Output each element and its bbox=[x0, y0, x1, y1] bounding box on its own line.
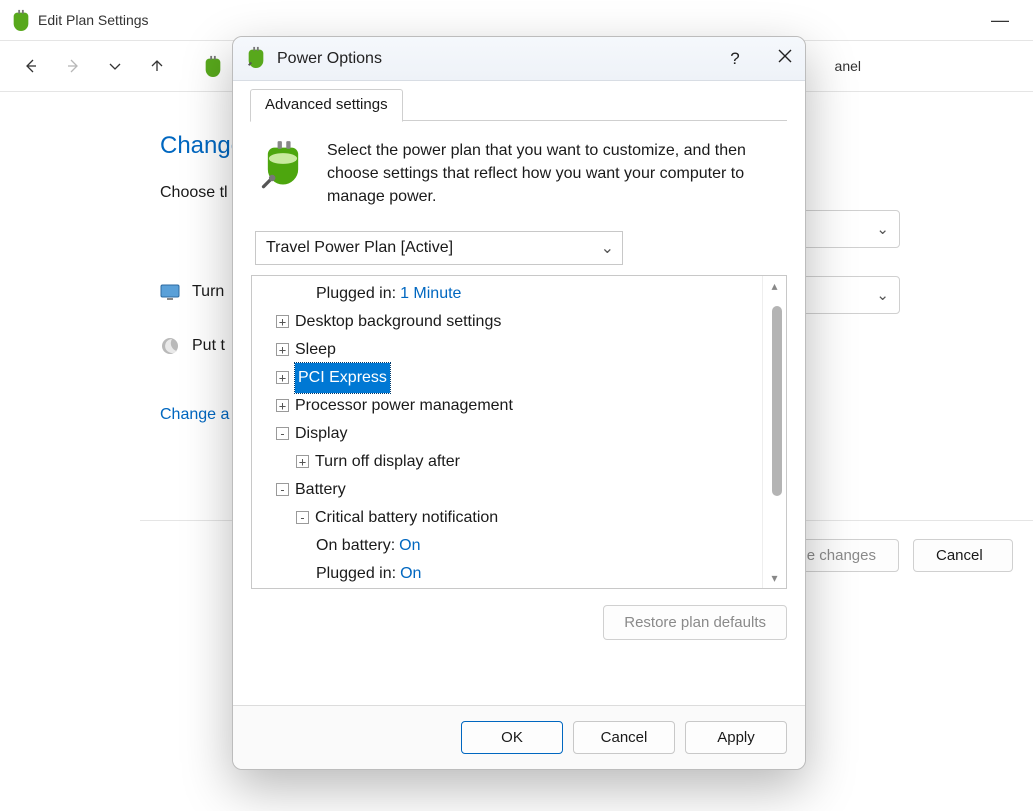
tree-item-plugged-in-minute[interactable]: Plugged in: 1 Minute bbox=[258, 280, 762, 308]
expand-icon[interactable]: + bbox=[276, 371, 289, 384]
tree-scrollbar[interactable]: ▴ ▾ bbox=[762, 276, 786, 588]
recent-chevron-icon[interactable] bbox=[96, 47, 134, 85]
dialog-title: Power Options bbox=[277, 50, 382, 68]
expand-icon[interactable]: + bbox=[276, 343, 289, 356]
breadcrumb-app-icon bbox=[202, 55, 224, 77]
close-button[interactable] bbox=[765, 48, 805, 69]
power-plan-selected: Travel Power Plan [Active] bbox=[266, 239, 453, 257]
tab-strip: Advanced settings bbox=[251, 87, 787, 121]
settings-tree: Plugged in: 1 Minute + Desktop backgroun… bbox=[251, 275, 787, 589]
forward-button[interactable] bbox=[54, 47, 92, 85]
power-options-icon bbox=[245, 46, 267, 72]
restore-plan-defaults-button[interactable]: Restore plan defaults bbox=[603, 605, 787, 640]
tree-item-pci-express[interactable]: + PCI Express bbox=[258, 364, 762, 392]
collapse-icon[interactable]: - bbox=[276, 427, 289, 440]
power-app-icon bbox=[10, 9, 32, 31]
dialog-titlebar: Power Options ? bbox=[233, 37, 805, 81]
tree-item-turn-off-display-after[interactable]: + Turn off display after bbox=[258, 448, 762, 476]
power-plan-dropdown[interactable]: Travel Power Plan [Active] ⌄ bbox=[255, 231, 623, 265]
tree-item-sleep[interactable]: + Sleep bbox=[258, 336, 762, 364]
chevron-down-icon: ⌄ bbox=[601, 238, 614, 258]
dialog-description: Select the power plan that you want to c… bbox=[327, 139, 781, 209]
back-button[interactable] bbox=[12, 47, 50, 85]
tree-item-display[interactable]: - Display bbox=[258, 420, 762, 448]
expand-icon[interactable]: + bbox=[296, 455, 309, 468]
tree-item-critical-battery-notification[interactable]: - Critical battery notification bbox=[258, 504, 762, 532]
tree-item-desktop-background[interactable]: + Desktop background settings bbox=[258, 308, 762, 336]
cancel-button-bg[interactable]: Cancel bbox=[913, 539, 1013, 572]
minimize-icon[interactable]: — bbox=[977, 10, 1023, 31]
expand-icon[interactable]: + bbox=[276, 399, 289, 412]
battery-large-icon bbox=[257, 139, 309, 191]
power-options-dialog: Power Options ? Advanced settings Select… bbox=[232, 36, 806, 770]
up-button[interactable] bbox=[138, 47, 176, 85]
row-turn-off-display: Turn bbox=[192, 283, 224, 301]
collapse-icon[interactable]: - bbox=[276, 483, 289, 496]
ok-button[interactable]: OK bbox=[461, 721, 563, 754]
apply-button[interactable]: Apply bbox=[685, 721, 787, 754]
cancel-button[interactable]: Cancel bbox=[573, 721, 675, 754]
expand-icon[interactable]: + bbox=[276, 315, 289, 328]
chevron-down-icon: ⌄ bbox=[876, 286, 889, 304]
scroll-thumb[interactable] bbox=[772, 306, 782, 496]
tree-item-processor-power[interactable]: + Processor power management bbox=[258, 392, 762, 420]
help-button[interactable]: ? bbox=[715, 49, 755, 69]
tab-advanced-settings[interactable]: Advanced settings bbox=[250, 89, 403, 122]
breadcrumb-tail: anel bbox=[835, 58, 861, 74]
scroll-down-icon[interactable]: ▾ bbox=[771, 568, 777, 588]
dialog-footer: OK Cancel Apply bbox=[233, 705, 805, 769]
scroll-up-icon[interactable]: ▴ bbox=[771, 276, 777, 296]
bg-titlebar: Edit Plan Settings — bbox=[0, 0, 1033, 40]
display-icon bbox=[160, 282, 180, 302]
collapse-icon[interactable]: - bbox=[296, 511, 309, 524]
chevron-down-icon: ⌄ bbox=[876, 220, 889, 238]
moon-icon bbox=[160, 336, 180, 356]
bg-window-title: Edit Plan Settings bbox=[38, 12, 149, 28]
tree-item-crit-on-battery[interactable]: On battery: On bbox=[258, 532, 762, 560]
tree-item-crit-plugged-in[interactable]: Plugged in: On bbox=[258, 560, 762, 588]
tree-item-battery[interactable]: - Battery bbox=[258, 476, 762, 504]
row-put-to-sleep: Put t bbox=[192, 337, 225, 355]
